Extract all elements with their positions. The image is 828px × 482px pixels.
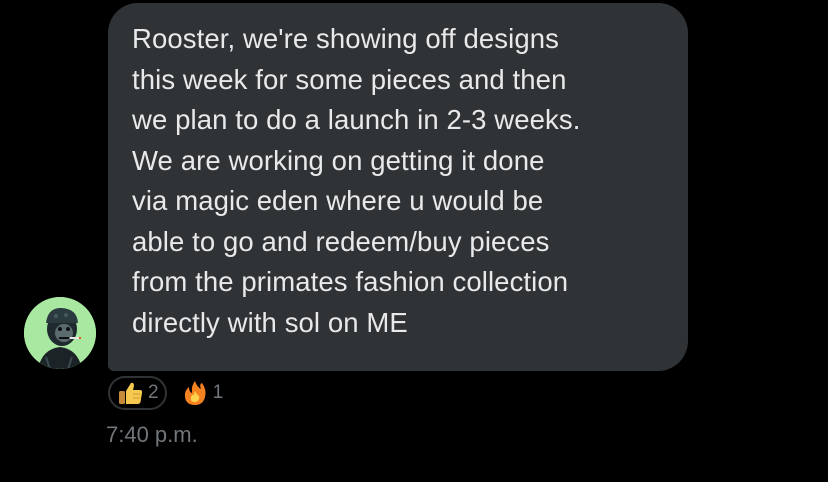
reaction-count: 2 [148, 382, 159, 403]
message-text: Rooster, we're showing off designs this … [132, 23, 581, 338]
fire-emoji-icon [184, 381, 206, 405]
reaction-fire[interactable]: 1 [175, 376, 230, 410]
reactions-bar: 2 1 [108, 376, 229, 410]
thumbs-up-emoji-icon [119, 382, 143, 404]
message-bubble[interactable]: Rooster, we're showing off designs this … [108, 3, 688, 371]
reaction-count: 1 [212, 382, 224, 403]
message-timestamp: 7:40 p.m. [106, 422, 198, 447]
sender-avatar[interactable] [24, 297, 96, 369]
dm-conversation: Rooster, we're showing off designs this … [0, 0, 828, 482]
reaction-thumbs-up[interactable]: 2 [108, 376, 167, 410]
primate-avatar-icon [24, 297, 96, 369]
